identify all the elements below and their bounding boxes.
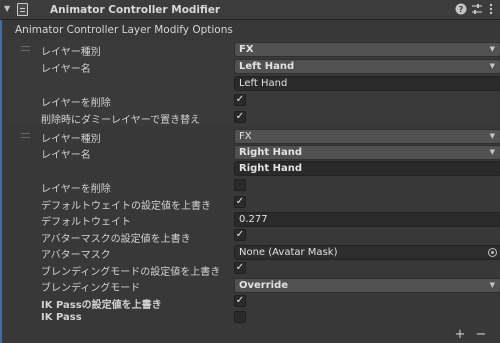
- object-picker-icon[interactable]: [488, 248, 497, 257]
- delete-layer-label: レイヤーを削除: [41, 98, 111, 109]
- delete-layer-checkbox[interactable]: [234, 179, 246, 191]
- layer-name-label: レイヤー名: [41, 150, 91, 161]
- layer-name-label: レイヤー名: [41, 64, 91, 75]
- layer-name-text: Right Hand: [239, 163, 303, 174]
- component-title: Animator Controller Modifier: [50, 4, 221, 16]
- override-mask-label: アバターマスクの設定値を上書き: [41, 234, 191, 245]
- inspector-panel: Animator Controller Layer Modify Options…: [0, 20, 500, 343]
- chevron-down-icon: ▼: [489, 45, 495, 53]
- layer-type-value: FX: [239, 131, 252, 142]
- layer-entry-2: レイヤー種別 FX ▼ レイヤー名 Right Hand ▼ Right Han…: [7, 126, 500, 324]
- layer-type-dropdown[interactable]: FX ▼: [234, 129, 500, 144]
- delete-layer-checkbox[interactable]: ✓: [234, 94, 246, 106]
- avatar-mask-label: アバターマスク: [41, 250, 111, 261]
- layer-name-text: Left Hand: [239, 78, 288, 89]
- layer-type-dropdown[interactable]: FX ▼: [234, 42, 500, 57]
- add-icon[interactable]: +: [454, 328, 466, 341]
- chevron-down-icon: ▼: [489, 148, 495, 156]
- default-weight-label: デフォルトウェイト: [41, 217, 131, 228]
- layer-type-label: レイヤー種別: [41, 47, 101, 58]
- layer-type-value: FX: [239, 44, 254, 55]
- sliders-icon[interactable]: [471, 3, 483, 16]
- drag-handle-icon[interactable]: [21, 46, 30, 51]
- delete-layer-label: レイヤーを削除: [41, 184, 111, 195]
- chevron-down-icon: ▼: [489, 62, 495, 70]
- default-weight-field[interactable]: 0.277: [234, 212, 500, 227]
- script-file-icon: [17, 3, 28, 16]
- override-weight-label: デフォルトウェイトの設定値を上書き: [41, 201, 211, 212]
- ik-pass-checkbox[interactable]: [234, 311, 246, 323]
- override-mask-checkbox[interactable]: ✓: [234, 229, 246, 241]
- chevron-down-icon: ▼: [489, 132, 495, 140]
- replace-dummy-label: 削除時にダミーレイヤーで置き替え: [41, 115, 201, 126]
- blending-mode-dropdown[interactable]: Override ▼: [234, 278, 500, 293]
- blending-mode-value: Override: [239, 280, 289, 291]
- layer-name-field[interactable]: Right Hand: [234, 161, 500, 176]
- remove-icon[interactable]: −: [475, 328, 487, 341]
- layer-name-dropdown[interactable]: Left Hand ▼: [234, 59, 500, 74]
- component-header: ▼ Animator Controller Modifier ?: [0, 0, 500, 20]
- layer-name-value: Right Hand: [239, 147, 303, 158]
- override-ik-label: IK Passの設定値を上書き: [41, 300, 162, 311]
- svg-text:?: ?: [459, 5, 464, 14]
- override-blend-label: ブレンディングモードの設定値を上書き: [41, 267, 221, 278]
- avatar-mask-field[interactable]: None (Avatar Mask): [234, 245, 500, 260]
- override-blend-checkbox[interactable]: ✓: [234, 262, 246, 274]
- avatar-mask-value: None (Avatar Mask): [239, 247, 338, 258]
- override-weight-checkbox[interactable]: ✓: [234, 196, 246, 208]
- chevron-down-icon: ▼: [489, 281, 495, 289]
- help-icon[interactable]: ?: [455, 3, 467, 16]
- layer-name-dropdown[interactable]: Right Hand ▼: [234, 145, 500, 160]
- drag-handle-icon[interactable]: [21, 133, 30, 138]
- ik-pass-label: IK Pass: [41, 312, 82, 323]
- layer-name-field[interactable]: Left Hand: [234, 76, 500, 91]
- default-weight-value: 0.277: [239, 214, 268, 225]
- triangle-down-icon[interactable]: ▼: [4, 5, 12, 13]
- section-title: Animator Controller Layer Modify Options: [15, 24, 233, 36]
- kebab-menu-icon[interactable]: [485, 3, 497, 16]
- layer-name-value: Left Hand: [239, 61, 295, 72]
- override-ik-checkbox[interactable]: ✓: [234, 295, 246, 307]
- layer-type-label: レイヤー種別: [41, 134, 101, 145]
- replace-dummy-checkbox[interactable]: ✓: [234, 111, 246, 123]
- blending-mode-label: ブレンディングモード: [41, 283, 141, 294]
